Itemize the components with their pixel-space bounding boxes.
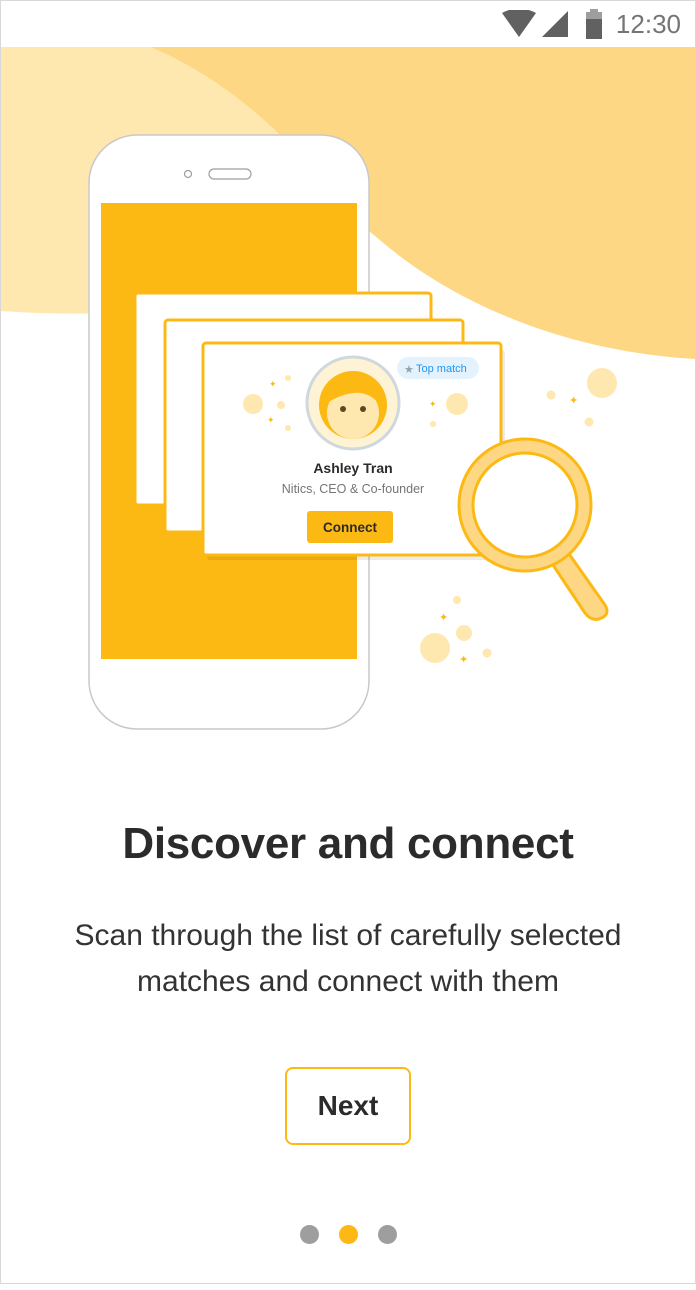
onboarding-screen: 12:30 ✦ ✦ ✦ ★ Top match Ashley Tran Niti… bbox=[0, 0, 696, 1284]
card-connect-label: Connect bbox=[323, 520, 378, 535]
battery-icon bbox=[585, 9, 602, 39]
svg-text:✦: ✦ bbox=[439, 612, 448, 624]
hero-illustration: ✦ ✦ ✦ ★ Top match Ashley Tran Nitics, CE… bbox=[1, 47, 695, 730]
cellular-signal-icon bbox=[541, 11, 568, 37]
svg-text:✦: ✦ bbox=[267, 415, 275, 425]
status-bar: 12:30 bbox=[1, 1, 695, 47]
page-dot-1[interactable] bbox=[299, 1225, 319, 1244]
svg-text:✦: ✦ bbox=[569, 395, 578, 407]
page-dot-3[interactable] bbox=[377, 1225, 397, 1244]
top-match-badge: ★ Top match bbox=[397, 357, 479, 379]
badge-label: Top match bbox=[416, 363, 467, 375]
onboarding-description: Scan through the list of carefully selec… bbox=[74, 919, 622, 998]
avatar bbox=[305, 355, 401, 451]
profile-card: ✦ ✦ ✦ ★ Top match Ashley Tran Nitics, CE… bbox=[201, 341, 505, 560]
card-name: Ashley Tran bbox=[313, 460, 392, 476]
magnifier-icon bbox=[457, 437, 609, 621]
wifi-icon bbox=[501, 10, 536, 37]
page-dot-2-active[interactable] bbox=[338, 1225, 358, 1244]
star-icon: ★ bbox=[404, 364, 414, 376]
status-icons: 12:30 bbox=[501, 7, 681, 41]
page-indicator bbox=[1, 1225, 695, 1244]
next-button[interactable]: Next bbox=[285, 1067, 411, 1145]
svg-text:✦: ✦ bbox=[429, 399, 437, 409]
status-time: 12:30 bbox=[615, 8, 681, 39]
card-connect-button: Connect bbox=[307, 511, 393, 543]
onboarding-title: Discover and connect bbox=[122, 819, 574, 868]
card-subtitle: Nitics, CEO & Co-founder bbox=[282, 482, 424, 496]
svg-text:✦: ✦ bbox=[459, 654, 468, 666]
svg-text:✦: ✦ bbox=[269, 379, 277, 389]
